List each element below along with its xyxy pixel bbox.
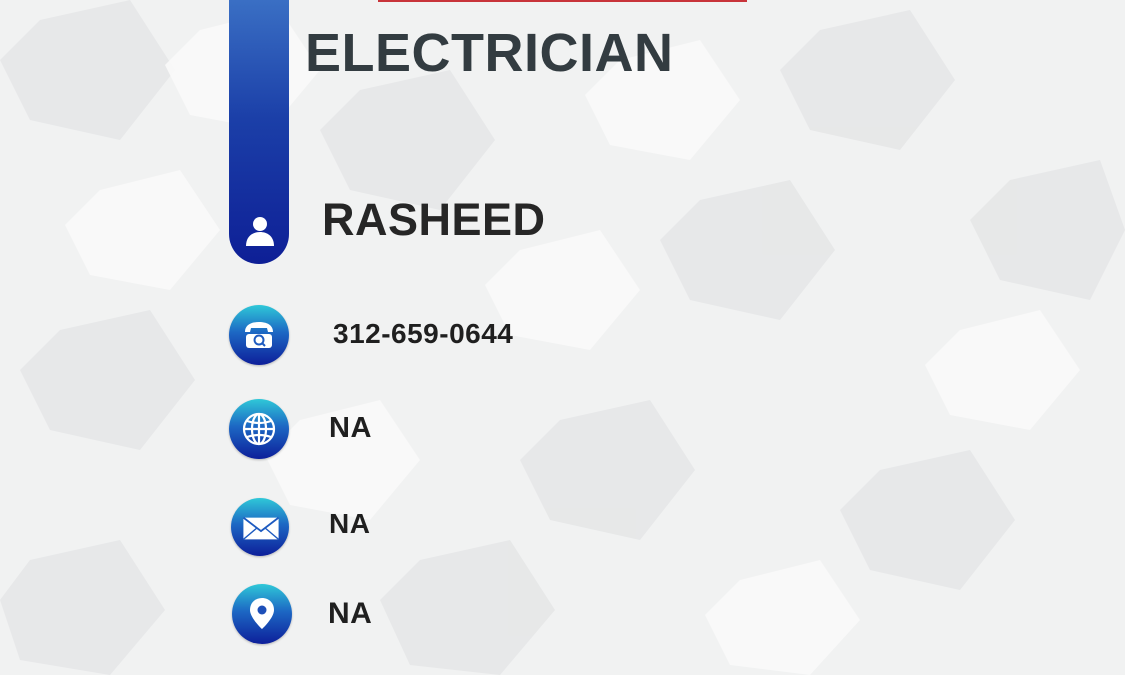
page-title: ELECTRICIAN — [305, 23, 674, 83]
business-card: ELECTRICIAN RASHEED 312-659-0644 NA NA N… — [0, 0, 1125, 675]
phone-number: 312-659-0644 — [333, 318, 514, 349]
mail-icon — [242, 516, 280, 540]
user-icon — [246, 217, 274, 246]
globe-icon-circle — [229, 399, 289, 459]
phone-icon-circle — [229, 305, 289, 365]
phone-icon — [245, 322, 273, 348]
globe-icon — [242, 412, 276, 446]
hexagon-pattern-background — [0, 0, 1125, 675]
address-value: NA — [328, 597, 373, 630]
email-value: NA — [329, 508, 371, 539]
location-icon-circle — [232, 584, 292, 644]
location-pin-icon — [250, 598, 274, 629]
website-value: NA — [329, 412, 372, 444]
accent-line — [378, 0, 747, 2]
contact-name: RASHEED — [322, 194, 546, 245]
mail-icon-circle — [231, 498, 289, 556]
